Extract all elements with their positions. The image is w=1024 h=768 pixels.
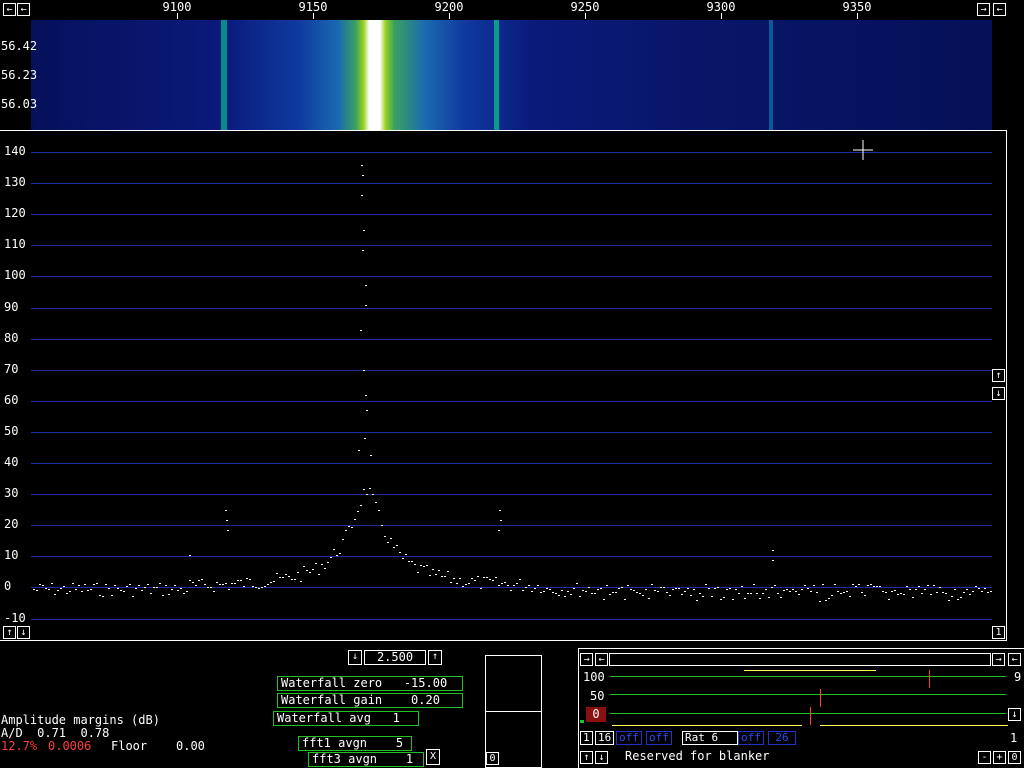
blanker-right-bottom-label: 1 — [1010, 731, 1018, 745]
blanker-right-top-label: 9 — [1014, 670, 1022, 684]
fft1-avgn-param[interactable]: fft1 avgn 5 — [298, 736, 412, 751]
spectrum-scale-down-button[interactable]: ↓ — [992, 387, 1005, 400]
blanker-down-button-2[interactable]: ↓ — [595, 751, 608, 764]
blanker-left-end-button[interactable]: ← — [1008, 653, 1021, 666]
floor-value: 0.00 — [176, 739, 205, 753]
blanker-minus-button[interactable]: - — [978, 751, 991, 764]
blanker-threshold-line — [612, 725, 802, 726]
blanker-rat[interactable]: Rat 6 — [682, 731, 738, 745]
blanker-off-2[interactable]: off — [646, 731, 672, 745]
blanker-threshold-line-2 — [820, 725, 1008, 726]
crosshair-cursor — [853, 140, 873, 160]
blanker-right-end-button[interactable]: → — [992, 653, 1005, 666]
spectrum-scale-up-button[interactable]: ↑ — [992, 369, 1005, 382]
freq-tick — [585, 13, 586, 19]
blanker-down-button[interactable]: ↓ — [1008, 708, 1021, 721]
bandwidth-up-button[interactable]: ↑ — [428, 650, 442, 665]
bandwidth-value[interactable]: 2.500 — [364, 650, 426, 665]
bandwidth-down-button[interactable]: ↓ — [348, 650, 362, 665]
spectrum-offset-down-button[interactable]: ↓ — [17, 626, 30, 639]
blanker-level-50: 50 — [590, 689, 605, 703]
close-fft3-button[interactable]: X — [426, 749, 440, 765]
waterfall-avg-param[interactable]: Waterfall avg 1 — [273, 711, 419, 726]
blanker-indicator — [580, 720, 584, 723]
blanker-slider[interactable] — [609, 653, 991, 666]
blanker-level-100: 100 — [583, 670, 605, 684]
blanker-btn-16[interactable]: 16 — [595, 731, 615, 745]
overload-ratio: 0.0006 — [48, 739, 92, 753]
blanker-btn-1[interactable]: 1 — [580, 731, 593, 745]
spectrum-mode-button[interactable]: 1 — [992, 626, 1005, 639]
overload-percent: 12.7% — [1, 739, 38, 753]
blanker-marker — [810, 707, 811, 725]
blanker-plus-button[interactable]: + — [993, 751, 1006, 764]
blanker-marker — [820, 689, 821, 707]
freq-tick — [313, 13, 314, 19]
ad-margins-readout: A/D 0.71 0.78 — [1, 726, 110, 740]
floor-label: Floor — [111, 739, 148, 753]
freq-tick — [857, 13, 858, 19]
blanker-right-button[interactable]: → — [580, 653, 593, 666]
freq-tick — [721, 13, 722, 19]
blanker-up-button[interactable]: ↑ — [580, 751, 593, 764]
blanker-off-1[interactable]: off — [616, 731, 642, 745]
blanker-zero-button[interactable]: 0 — [1008, 751, 1021, 764]
freq-tick — [177, 13, 178, 19]
waterfall-gain-param[interactable]: Waterfall gain 0.20 — [277, 693, 463, 708]
fft3-avgn-param[interactable]: fft3 avgn 1 — [308, 752, 424, 767]
waterfall-zero-param[interactable]: Waterfall zero -15.00 — [277, 676, 463, 691]
blanker-marker — [929, 670, 930, 688]
blanker-26[interactable]: 26 — [768, 731, 796, 745]
blanker-left-button[interactable]: ← — [595, 653, 608, 666]
freq-tick — [449, 13, 450, 19]
blanker-zero-box: 0 — [586, 707, 606, 722]
reserved-for-blanker-label: Reserved for blanker — [625, 749, 770, 763]
spectrum-offset-up-button[interactable]: ↑ — [3, 626, 16, 639]
amplitude-margins-label: Amplitude margins (dB) — [1, 713, 160, 727]
small-meter-zero-button[interactable]: 0 — [486, 752, 499, 765]
blanker-off-3[interactable]: off — [738, 731, 764, 745]
blanker-level-bar — [744, 670, 876, 671]
